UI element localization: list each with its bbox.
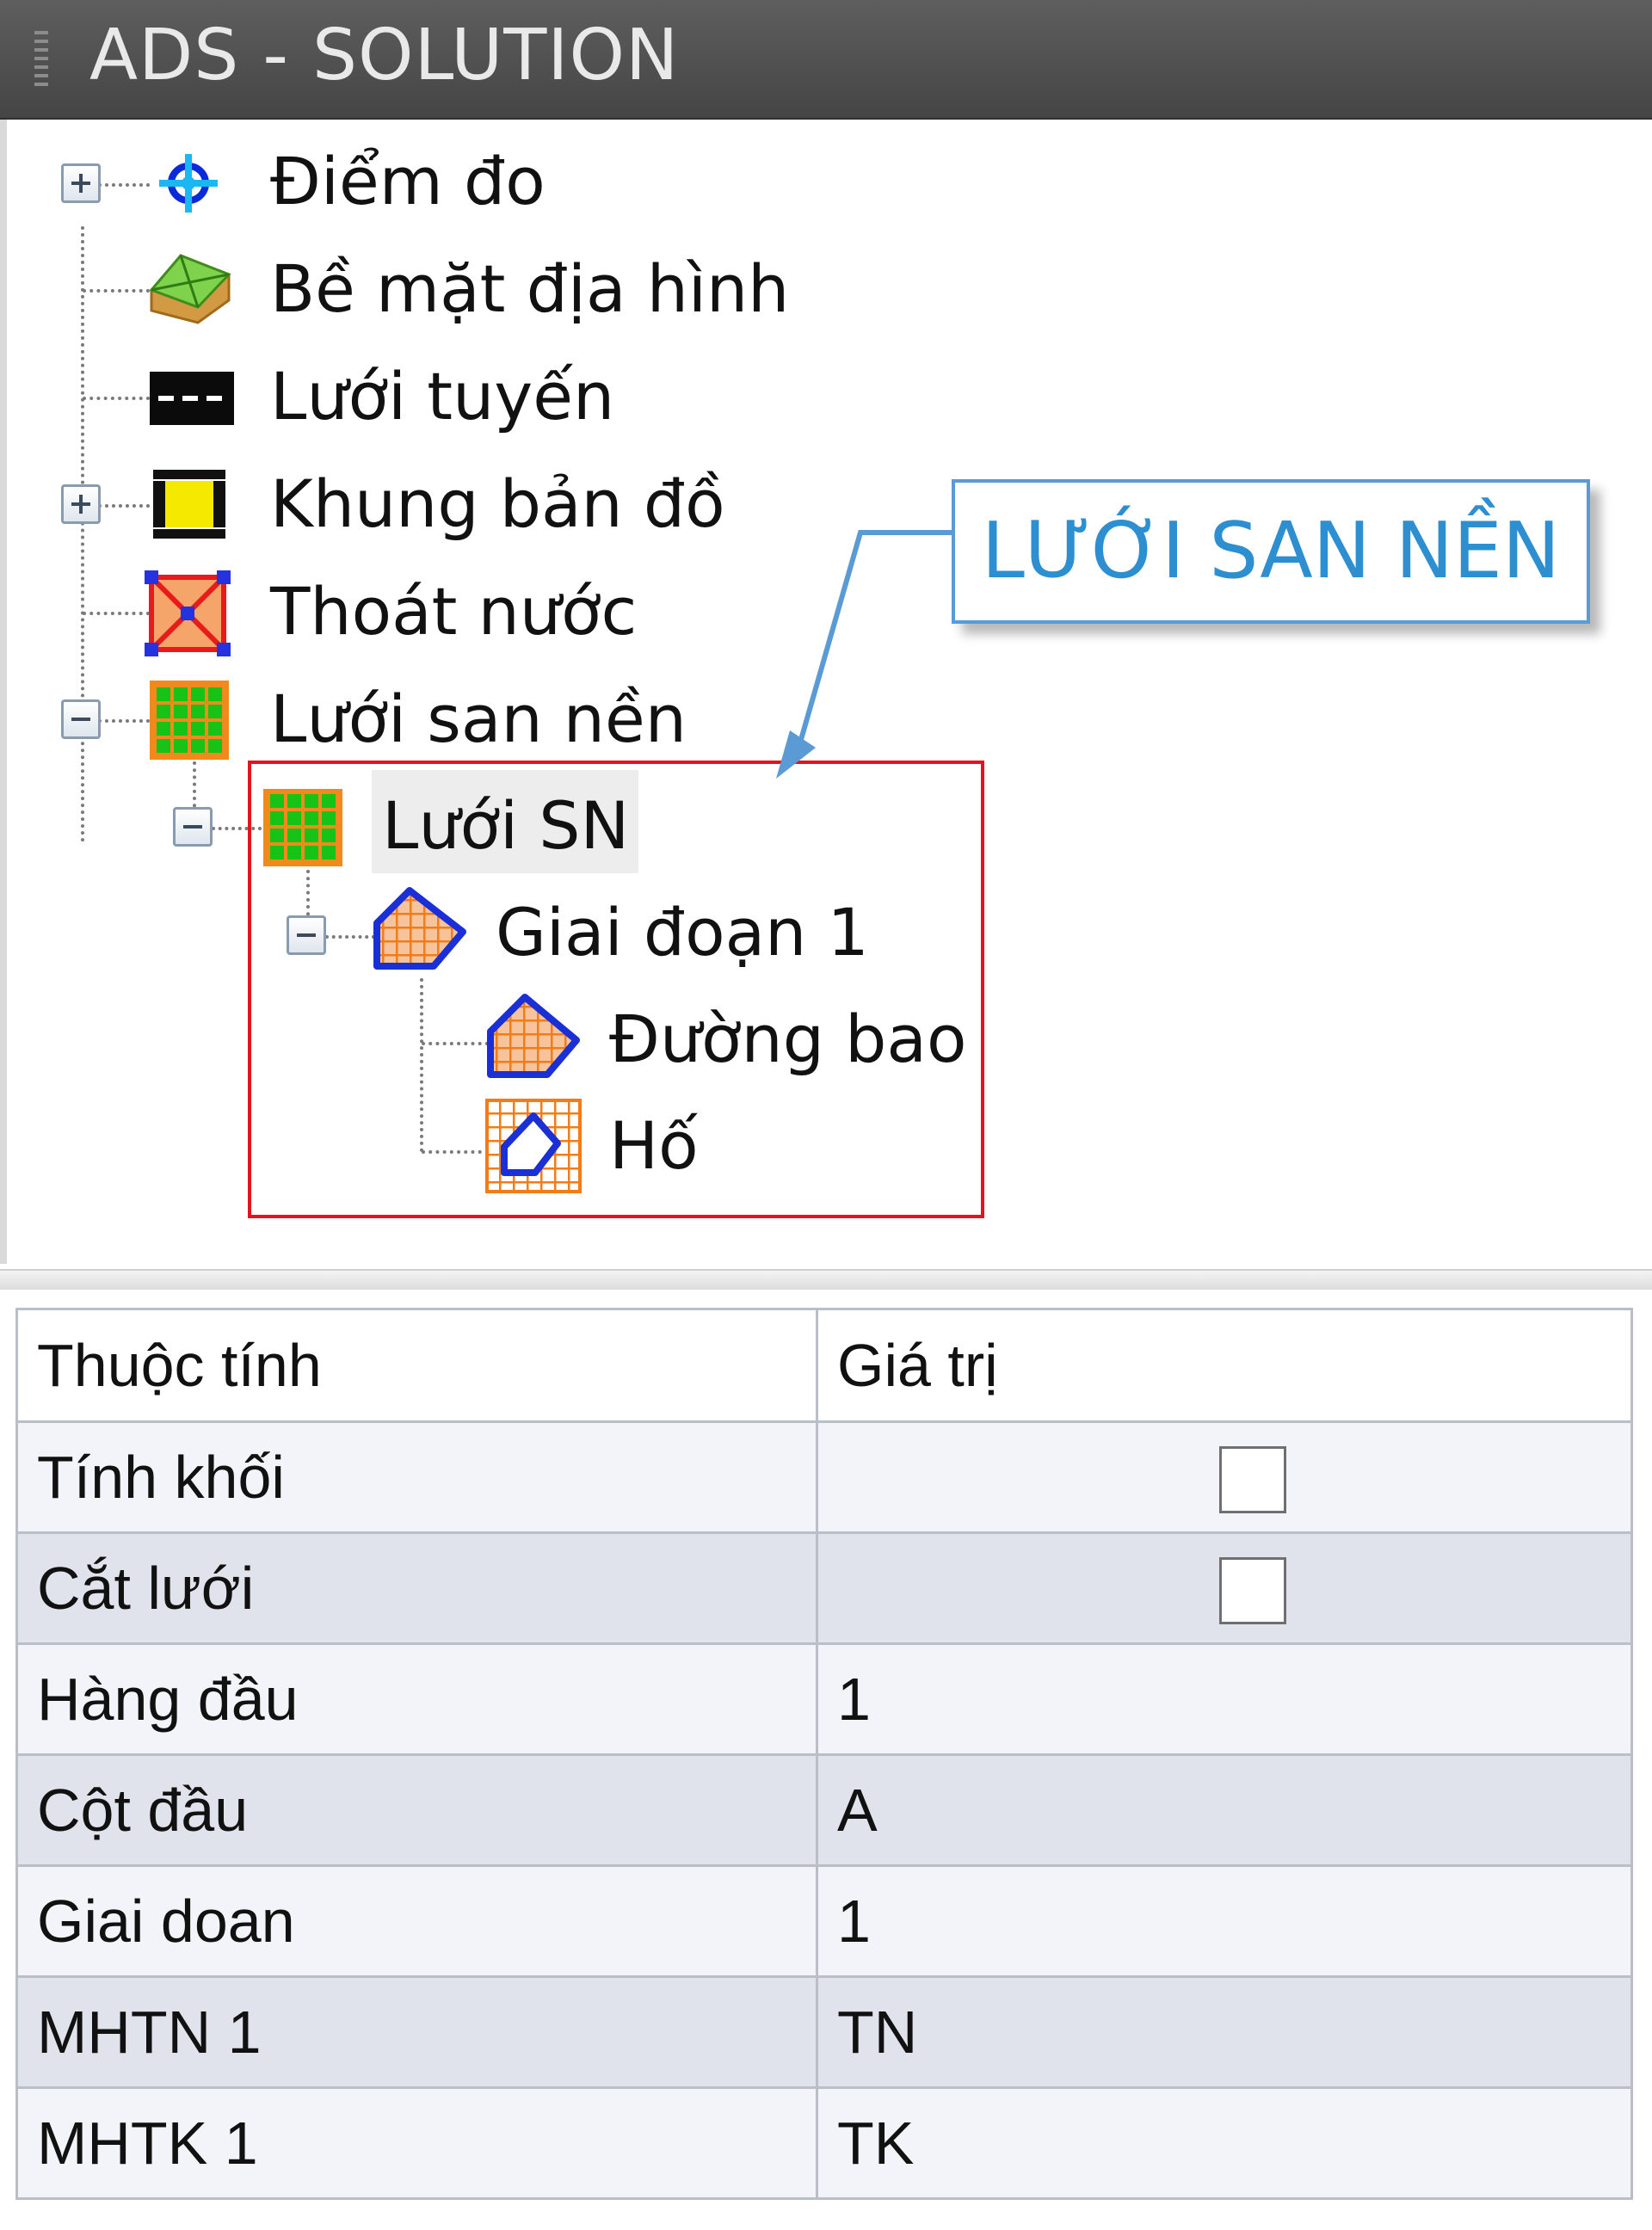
tree-node-label: Thoát nước <box>270 573 638 650</box>
tree-node-label: Khung bản đồ <box>270 465 725 542</box>
cat-luoi-checkbox[interactable] <box>1219 1557 1286 1625</box>
tree-connector <box>83 397 150 400</box>
property-name: Cắt lưới <box>15 1531 818 1645</box>
tree-expand-toggle[interactable] <box>61 163 101 203</box>
property-name: Giai doan <box>15 1864 818 1978</box>
panel-splitter[interactable] <box>0 1269 1652 1290</box>
map-frame-icon <box>153 470 225 539</box>
survey-point-icon <box>159 154 218 213</box>
tree-collapse-toggle[interactable] <box>61 699 101 739</box>
property-name: MHTN 1 <box>15 1975 818 2089</box>
tree-expand-toggle[interactable] <box>61 484 101 524</box>
property-value[interactable]: TN <box>816 1975 1633 2089</box>
column-header-property[interactable]: Thuộc tính <box>15 1308 818 1423</box>
property-row[interactable]: Hàng đầu 1 <box>15 1642 1633 1756</box>
tree-connector <box>83 289 150 293</box>
route-grid-icon <box>150 372 234 425</box>
property-name: Cột đầu <box>15 1753 818 1867</box>
property-name: Hàng đầu <box>15 1642 818 1756</box>
property-value[interactable] <box>816 1531 1633 1645</box>
tree-node-label: Điểm đo <box>270 143 546 219</box>
tree-connector <box>83 612 150 615</box>
callout-arrow <box>776 530 952 779</box>
tree-connector <box>98 183 150 187</box>
property-value[interactable]: TK <box>816 2086 1633 2200</box>
leveling-grid-icon <box>150 681 229 760</box>
tree-collapse-toggle[interactable] <box>173 807 213 847</box>
property-row[interactable]: Cắt lưới <box>15 1531 1633 1645</box>
terrain-surface-icon <box>149 254 231 324</box>
tree-connector <box>98 504 150 508</box>
drag-grip-icon[interactable] <box>34 31 48 88</box>
property-value[interactable] <box>816 1420 1633 1534</box>
property-name: MHTK 1 <box>15 2086 818 2200</box>
tinh-khoi-checkbox[interactable] <box>1219 1446 1286 1514</box>
property-row[interactable]: Cột đầu A <box>15 1753 1633 1867</box>
column-header-value[interactable]: Giá trị <box>816 1308 1633 1423</box>
properties-grid: Thuộc tính Giá trị Tính khối Cắt lưới Hà… <box>15 1308 1633 2200</box>
callout-text: LƯỚI SAN NỀN <box>981 506 1561 596</box>
solution-tree[interactable]: Điểm đo Bề mặt địa hình Lưới tuyến Khung… <box>0 120 1652 1264</box>
drainage-icon <box>145 570 231 656</box>
panel-title: ADS - SOLUTION <box>89 15 680 96</box>
tree-node-label: Bề mặt địa hình <box>270 250 790 327</box>
tree-node-label: Lưới tuyến <box>270 358 615 434</box>
property-row[interactable]: MHTN 1 TN <box>15 1975 1633 2089</box>
properties-header-row: Thuộc tính Giá trị <box>15 1308 1633 1423</box>
property-row[interactable]: MHTK 1 TK <box>15 2086 1633 2200</box>
panel-title-bar: ADS - SOLUTION <box>0 0 1652 120</box>
property-value[interactable]: 1 <box>816 1864 1633 1978</box>
tree-connector <box>98 719 150 723</box>
property-name: Tính khối <box>15 1420 818 1534</box>
property-row[interactable]: Giai doan 1 <box>15 1864 1633 1978</box>
property-value[interactable]: A <box>816 1753 1633 1867</box>
property-value[interactable]: 1 <box>816 1642 1633 1756</box>
tree-connector <box>81 226 84 842</box>
tree-node-label: Lưới san nền <box>270 681 687 757</box>
property-row[interactable]: Tính khối <box>15 1420 1633 1534</box>
callout-label-box: LƯỚI SAN NỀN <box>952 479 1590 624</box>
